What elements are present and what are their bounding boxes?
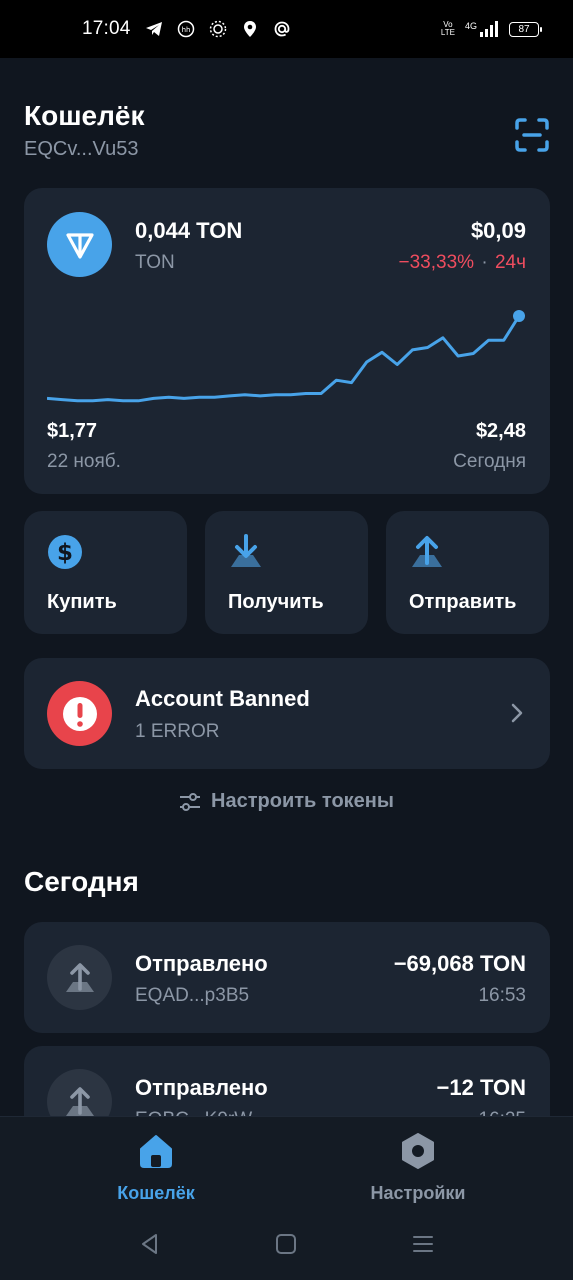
status-time: 17:04 [82,18,131,39]
settings-hexagon-icon [402,1133,434,1169]
recents-menu-icon[interactable] [411,1232,435,1256]
receive-arrow-icon [227,533,265,571]
wallet-title: Кошелёк [24,100,145,131]
dollar-icon: $ [46,533,84,571]
action-buttons: $ Купить Получить Отправить [24,511,550,634]
chart-min-date: 22 нояб. [47,451,121,472]
price-current-point [513,310,525,322]
buy-button[interactable]: $ Купить [24,511,187,634]
account-banned-card[interactable]: Account Banned 1 ERROR [24,658,550,769]
send-button[interactable]: Отправить [386,511,549,634]
sent-arrow-icon [47,945,112,1010]
tune-tokens-label: Настроить токены [211,790,394,812]
transaction-amount: −12 TON [436,1075,526,1100]
transaction-amount: −69,068 TON [393,951,526,976]
send-button-label: Отправить [409,591,517,613]
volte-icon: Vo LTE [440,20,455,37]
hh-icon: hh [177,20,195,38]
price-change-separator: · [481,252,488,273]
telegram-icon [145,20,163,38]
svg-text:$: $ [57,540,73,566]
home-icon [140,1135,172,1168]
status-bar: 17:04 hh Vo LTE 4G 87 [0,0,573,58]
home-square-icon[interactable] [274,1232,298,1256]
chart-min-block: $1,77 22 нояб. [47,420,121,473]
wallet-header: Кошелёк EQCv...Vu53 [24,100,549,161]
section-title-today: Сегодня [24,866,139,897]
transaction-item[interactable]: Отправлено EQAD...p3B5 −69,068 TON 16:53 [24,922,550,1033]
price-change: −33,33% · 24ч [399,252,526,274]
battery-level: 87 [518,23,530,35]
signal-icon: 4G [465,21,499,37]
ton-logo-icon [47,212,112,277]
chart-max-date: Сегодня [453,451,526,472]
wallet-address[interactable]: EQCv...Vu53 [24,138,549,161]
scan-icon[interactable] [515,118,549,152]
receive-button[interactable]: Получить [205,511,368,634]
chart-max-price: $2,48 [475,420,526,442]
token-usd-value: $0,09 [470,218,526,243]
transaction-address: EQAD...p3B5 [135,985,250,1006]
chart-min-price: $1,77 [47,420,98,442]
tab-settings-label: Настройки [370,1183,466,1203]
price-change-period: 24ч [494,252,526,273]
token-symbol: TON [135,252,175,273]
send-arrow-icon [408,533,446,571]
system-navigation-bar [0,1210,573,1280]
tune-tokens-button[interactable]: Настроить токены [0,790,573,813]
ton-token-card[interactable]: 0,044 TON TON $0,09 −33,33% · 24ч $1,77 … [24,188,550,494]
back-icon[interactable] [138,1232,162,1256]
price-line [47,315,521,403]
price-chart[interactable] [47,308,527,408]
token-amount: 0,044 TON [135,218,243,243]
transaction-title: Отправлено [135,1075,268,1100]
battery-icon: 87 [509,21,542,37]
sliders-icon [180,792,201,811]
location-icon [241,20,259,38]
error-icon [47,681,112,746]
sunflower-icon [209,20,227,38]
chevron-right-icon [511,703,523,723]
svg-text:hh: hh [181,26,190,34]
receive-button-label: Получить [228,591,324,613]
chart-max-block: $2,48 Сегодня [453,420,526,473]
banned-title: Account Banned [135,686,310,711]
network-type: 4G [464,21,477,31]
tab-wallet-label: Кошелёк [117,1183,195,1203]
transaction-title: Отправлено [135,951,268,976]
transaction-time: 16:53 [478,985,526,1006]
buy-button-label: Купить [47,591,117,613]
tab-wallet[interactable]: Кошелёк [56,1131,256,1204]
banned-subtitle: 1 ERROR [135,721,220,742]
price-change-percent: −33,33% [398,252,475,273]
tab-settings[interactable]: Настройки [318,1131,518,1204]
at-icon [273,20,291,38]
